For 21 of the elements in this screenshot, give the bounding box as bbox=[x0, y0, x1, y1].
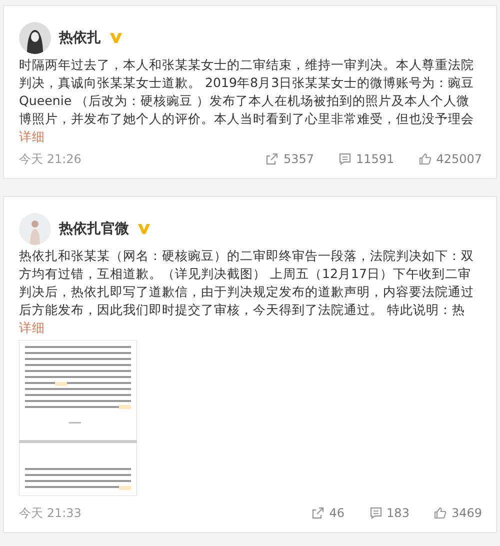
like-count[interactable]: 425007 bbox=[418, 150, 482, 168]
repost-icon bbox=[311, 506, 326, 520]
post-time: 今天 21:26 bbox=[19, 151, 82, 168]
like-icon bbox=[433, 506, 448, 520]
author-name[interactable]: 热依扎 bbox=[59, 28, 101, 48]
post-time: 今天 21:33 bbox=[19, 505, 82, 522]
details-link[interactable]: 详细 bbox=[19, 320, 45, 335]
avatar[interactable] bbox=[19, 22, 51, 54]
like-count[interactable]: 3469 bbox=[433, 504, 482, 522]
repost-icon bbox=[265, 152, 280, 166]
repost-count[interactable]: 46 bbox=[311, 504, 345, 522]
comment-icon bbox=[368, 506, 383, 520]
comment-icon bbox=[338, 152, 352, 166]
post-text: 时隔两年过去了，本人和张某某女士的二审结束，维持一审判决。本人尊重法院判决，真诚向张某某女士道歉。 2019年8月3日张某某女士的微博账号为：豌豆Queenie （后改为：硬核豌豆 ）发布了本人在机场被拍到的照片及本人个人微博照片，并发布了她个人的评价。本人当时看到了心里非常难受，但也没予理会 详细 bbox=[19, 56, 476, 146]
details-link[interactable]: 详细 bbox=[19, 129, 45, 144]
author-name[interactable]: 热依扎官微 bbox=[59, 218, 129, 240]
comment-count[interactable]: 11591 bbox=[338, 150, 394, 168]
like-icon bbox=[418, 152, 432, 166]
comment-count[interactable]: 183 bbox=[368, 504, 410, 522]
repost-count[interactable]: 5357 bbox=[265, 150, 314, 168]
post-text: 热依扎和张某某（网名：硬核豌豆）的二审即终审告一段落，法院判决如下：双方均有过错，互相道歉。（详见判决截图） 上周五（12月17日）下午收到二审判决后，热依扎即写了道歉信，由于判决规定发布的道歉声明，内容要法院通过后方能发布，因此我们即时提交了审核，今天得到了法院通过。 特此说明：热 详细 bbox=[19, 247, 475, 337]
